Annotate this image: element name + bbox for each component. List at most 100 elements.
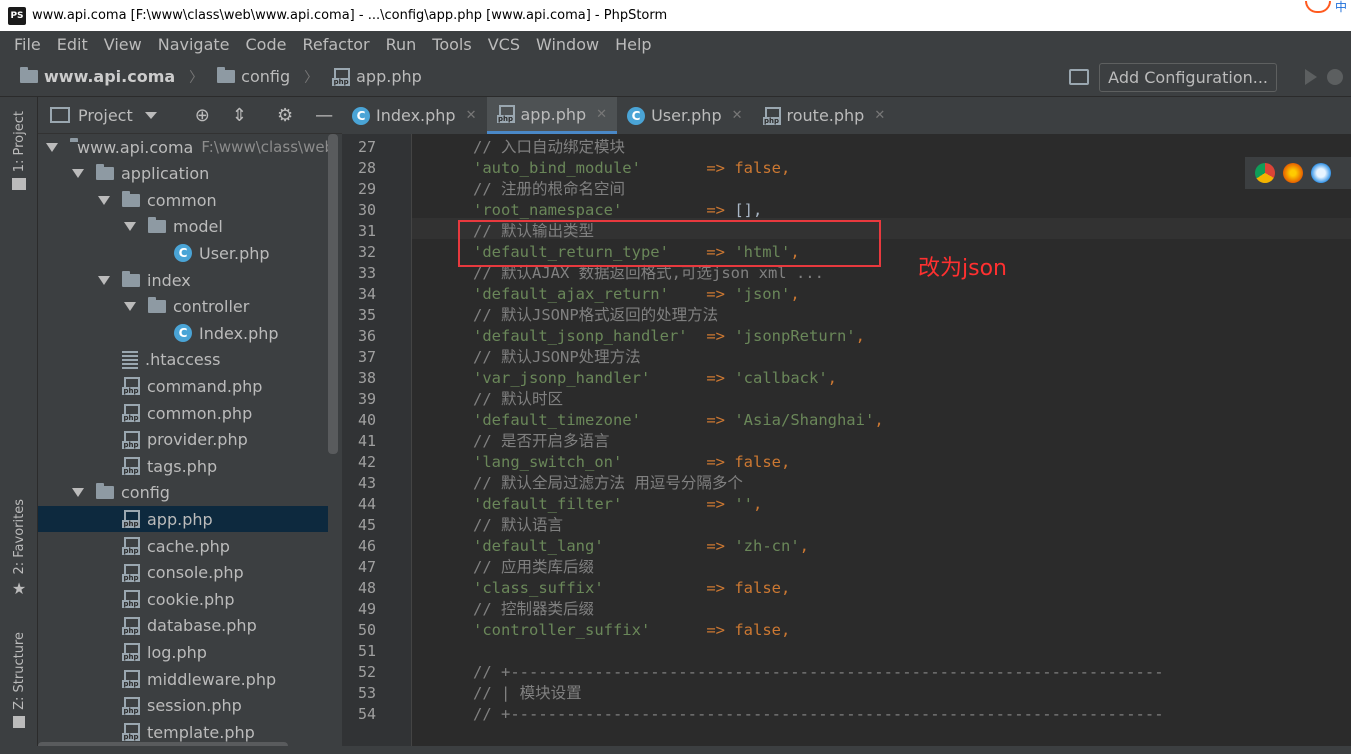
tree-item[interactable]: application [38,161,328,187]
code-line[interactable]: 'default_lang' => 'zh-cn', [473,536,809,557]
chrome-icon[interactable] [1255,163,1275,183]
code-line[interactable]: 'class_suffix' => false, [473,578,790,599]
tree-item[interactable]: tags.php [38,453,328,479]
tree-item[interactable]: common.php [38,400,328,426]
code-line[interactable]: // 控制器类后缀 [473,599,594,620]
debug-icon[interactable] [1327,69,1343,85]
menu-window[interactable]: Window [528,35,607,54]
code-line[interactable]: // 默认JSONP格式返回的处理方法 [473,305,718,326]
menu-run[interactable]: Run [378,35,425,54]
collapse-all-icon[interactable]: ⇕ [232,105,247,126]
tree-item-label: Index.php [199,323,279,343]
tree-item[interactable]: command.php [38,373,328,399]
firefox-icon[interactable] [1283,163,1303,183]
menu-file[interactable]: File [6,35,49,54]
menu-tools[interactable]: Tools [424,35,479,54]
add-configuration-button[interactable]: Add Configuration... [1099,62,1277,92]
tree-item[interactable]: controller [38,294,328,320]
gear-icon[interactable]: ⚙ [277,105,293,126]
code-line[interactable]: // +------------------------------------… [473,662,1164,683]
code-line[interactable]: // 注册的根命名空间 [473,179,625,200]
tree-item[interactable]: config [38,480,328,506]
editor-tab[interactable]: app.php ✕ [486,97,618,134]
tree-item[interactable]: app.php [38,506,328,533]
close-icon[interactable]: ✕ [466,108,477,123]
code-line[interactable]: 'default_jsonp_handler' => 'jsonpReturn'… [473,326,865,347]
structure-tool-tab[interactable]: Z: Structure [0,632,38,728]
chevron-down-icon[interactable] [124,302,136,312]
code-line[interactable]: // 是否开启多语言 [473,431,610,452]
tree-item[interactable]: template.php [38,719,328,744]
tree-item[interactable]: index [38,267,328,293]
tree-item[interactable]: middleware.php [38,666,328,692]
code-line[interactable]: // 应用类库后缀 [473,557,594,578]
editor-tab[interactable]: C Index.php ✕ [342,97,487,134]
editor-tab[interactable]: route.php ✕ [753,97,896,134]
code-line[interactable]: 'var_jsonp_handler' => 'callback', [473,368,837,389]
menu-vcs[interactable]: VCS [480,35,528,54]
tree-item[interactable]: cache.php [38,533,328,559]
editor-tab-label: User.php [651,106,722,125]
code-line[interactable]: 'controller_suffix' => false, [473,620,790,641]
code-line[interactable]: // 默认时区 [473,389,563,410]
tree-item[interactable]: model [38,214,328,240]
chevron-down-icon[interactable] [72,488,84,498]
code-line[interactable]: 'root_namespace' => [], [473,200,762,221]
tree-item[interactable]: log.php [38,639,328,665]
breadcrumb-file[interactable]: app.php [356,67,422,86]
tree-item[interactable]: provider.php [38,427,328,453]
code-line[interactable]: 'default_filter' => '', [473,494,762,515]
menu-edit[interactable]: Edit [49,35,96,54]
menu-refactor[interactable]: Refactor [294,35,377,54]
code-line[interactable]: // 入口自动绑定模块 [473,137,625,158]
editor-tab[interactable]: C User.php ✕ [617,97,752,134]
code-line[interactable]: // 默认JSONP处理方法 [473,347,641,368]
locate-icon[interactable]: ⊕ [195,105,210,126]
chevron-down-icon[interactable] [124,222,136,232]
tree-vertical-scrollbar[interactable] [328,134,338,454]
tree-item[interactable]: session.php [38,693,328,719]
close-icon[interactable]: ✕ [874,108,885,123]
tree-item[interactable]: console.php [38,560,328,586]
tree-item[interactable]: cookie.php [38,586,328,612]
close-icon[interactable]: ✕ [732,108,743,123]
menu-help[interactable]: Help [607,35,659,54]
menu-view[interactable]: View [96,35,150,54]
tree-item[interactable]: common [38,187,328,213]
menu-code[interactable]: Code [238,35,295,54]
chevron-down-icon[interactable] [98,275,110,285]
code-line[interactable]: // 默认语言 [473,515,563,536]
project-tool-tab[interactable]: 1: Project [0,111,38,191]
close-icon[interactable]: ✕ [596,107,607,122]
code-line[interactable]: // +------------------------------------… [473,704,1164,725]
chevron-down-icon[interactable] [46,142,58,152]
tree-item[interactable]: C User.php [38,240,328,266]
code-line[interactable]: 'default_ajax_return' => 'json', [473,284,800,305]
tree-item[interactable]: .htaccess [38,347,328,373]
code-line[interactable]: // 默认全局过滤方法 用逗号分隔多个 [473,473,743,494]
hide-icon[interactable]: — [315,105,333,126]
tree-item[interactable]: www.api.coma F:\www\class\web [38,134,328,160]
favorites-tool-tab[interactable]: 2: Favorites ★ [0,499,38,598]
code-token: 'jsonpReturn' [734,327,856,345]
chevron-down-icon[interactable] [98,195,110,205]
tree-item[interactable]: database.php [38,613,328,639]
code-line[interactable]: 'default_timezone' => 'Asia/Shanghai', [473,410,884,431]
terminal-icon[interactable] [1069,69,1090,85]
run-icon[interactable] [1305,69,1317,85]
code-line[interactable]: 'lang_switch_on' => false, [473,452,790,473]
ime-indicator[interactable]: 中 [1271,0,1351,14]
project-panel-title[interactable]: Project [78,106,133,125]
tree-item[interactable]: C Index.php [38,320,328,346]
chevron-down-icon[interactable] [144,111,157,119]
menu-navigate[interactable]: Navigate [150,35,238,54]
code-line[interactable]: 'auto_bind_module' => false, [473,158,790,179]
php-file-icon [332,67,351,86]
code-line[interactable]: // | 模块设置 [473,683,582,704]
safari-icon[interactable] [1311,163,1331,183]
chevron-down-icon[interactable] [72,169,84,179]
breadcrumb-project[interactable]: www.api.coma [44,67,175,86]
breadcrumb-folder[interactable]: config [241,67,290,86]
